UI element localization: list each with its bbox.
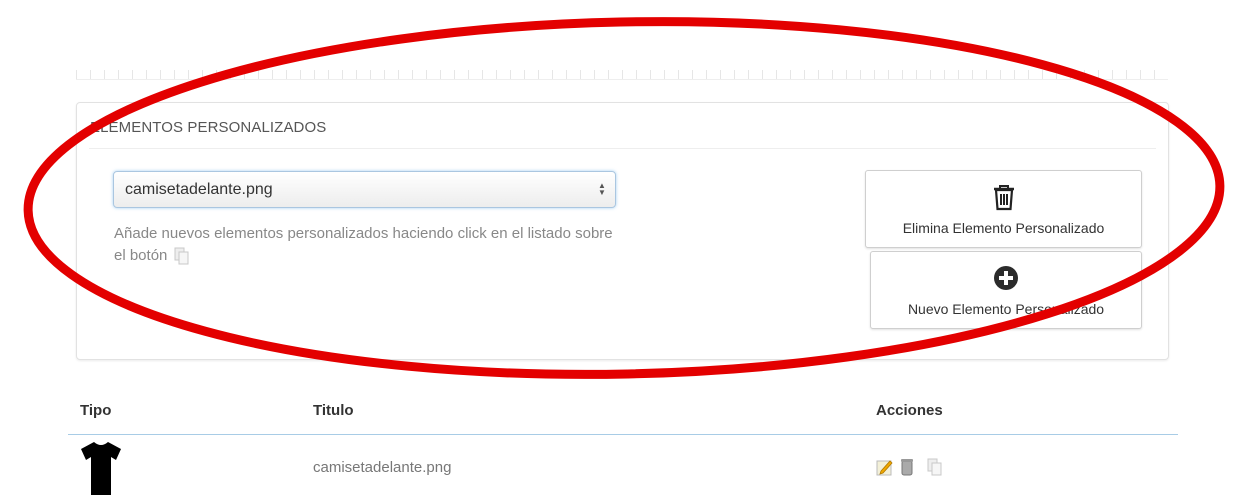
column-header-tipo: Tipo xyxy=(80,402,112,419)
panel-title: ELEMENTOS PERSONALIZADOS xyxy=(90,119,327,136)
custom-element-select[interactable]: camisetadelante.png ▲ ▼ xyxy=(113,171,616,208)
top-ruler-divider xyxy=(76,70,1168,80)
plus-circle-icon xyxy=(994,266,1018,290)
column-header-acciones: Acciones xyxy=(876,402,943,419)
select-arrows-icon: ▲ ▼ xyxy=(598,181,606,197)
copy-icon[interactable] xyxy=(926,458,944,481)
help-text: Añade nuevos elementos personalizados ha… xyxy=(114,223,614,267)
row-actions xyxy=(876,458,944,481)
new-element-button[interactable]: Nuevo Elemento Personalizado xyxy=(870,251,1142,329)
delete-icon[interactable] xyxy=(900,458,914,481)
page: ELEMENTOS PERSONALIZADOS camisetadelante… xyxy=(0,0,1244,495)
table-header-divider xyxy=(68,434,1178,435)
edit-icon[interactable] xyxy=(876,458,894,481)
copy-icon xyxy=(173,247,191,265)
select-value: camisetadelante.png xyxy=(125,180,273,198)
trash-icon xyxy=(993,185,1014,211)
row-title: camisetadelante.png xyxy=(313,459,452,476)
new-element-label: Nuevo Elemento Personalizado xyxy=(907,301,1105,317)
column-header-titulo: Titulo xyxy=(313,402,354,419)
delete-element-button[interactable]: Elimina Elemento Personalizado xyxy=(865,170,1142,248)
delete-element-label: Elimina Elemento Personalizado xyxy=(902,220,1105,236)
custom-elements-panel: ELEMENTOS PERSONALIZADOS camisetadelante… xyxy=(76,102,1169,360)
tshirt-icon xyxy=(81,442,121,495)
panel-divider xyxy=(89,148,1156,149)
